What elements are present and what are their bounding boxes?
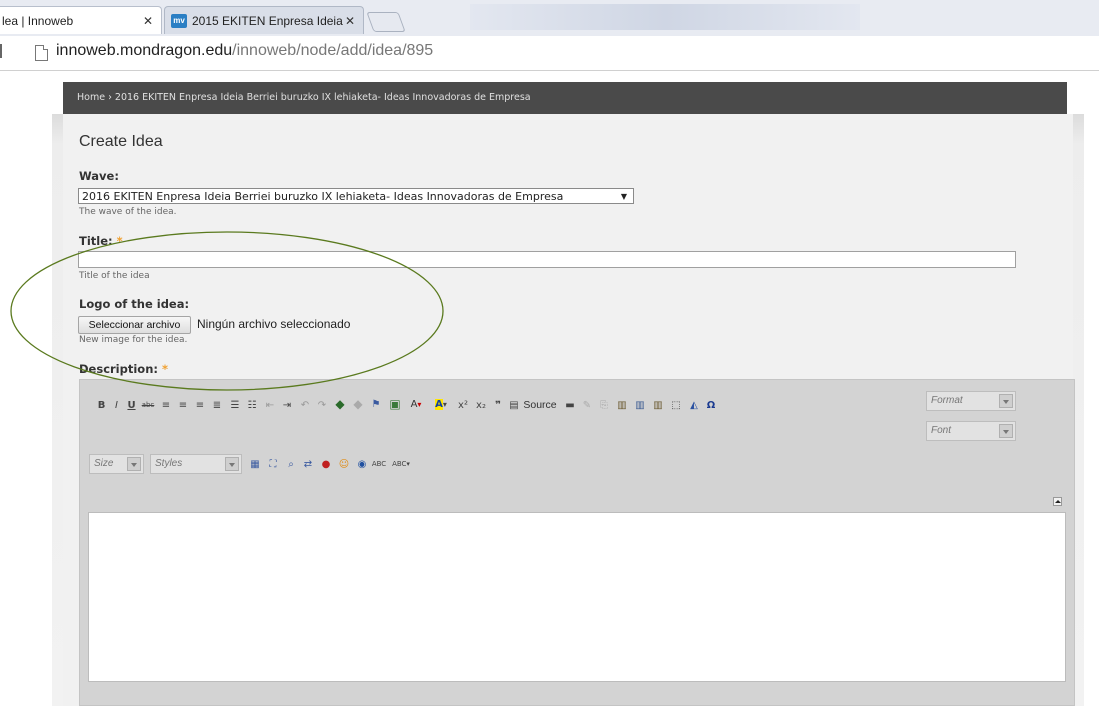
format-combo-label: Format <box>931 395 963 406</box>
smiley-icon[interactable]: ☺ <box>337 457 351 471</box>
size-combo-label: Size <box>94 458 114 469</box>
iframe-icon[interactable]: ◉ <box>355 457 369 471</box>
format-combo[interactable]: Format <box>926 391 1016 411</box>
align-left-icon[interactable]: ≡ <box>160 398 172 412</box>
address-bar[interactable]: innoweb.mondragon.edu/innoweb/node/add/i… <box>0 36 1099 71</box>
italic-icon[interactable]: I <box>111 398 122 412</box>
bold-icon[interactable]: B <box>96 398 107 412</box>
subscript-icon[interactable]: x₂ <box>474 398 488 412</box>
bulleted-list-icon[interactable]: ☰ <box>229 398 241 412</box>
table-icon[interactable]: ▦ <box>248 457 262 471</box>
tab-innoweb[interactable]: lea | Innoweb ✕ <box>0 6 162 34</box>
strikethrough-icon[interactable]: abc <box>142 398 155 412</box>
outdent-icon[interactable]: ⇤ <box>264 398 276 412</box>
horizontal-rule-icon[interactable]: ▬ <box>564 398 576 412</box>
image-icon[interactable]: ▣ <box>388 397 402 411</box>
close-tab-icon[interactable]: ✕ <box>143 14 153 28</box>
paste-text-icon[interactable]: ▥ <box>634 398 646 412</box>
dropdown-arrow-icon: ▼ <box>620 192 627 201</box>
numbered-list-icon[interactable]: ☷ <box>246 398 258 412</box>
url-path: /innoweb/node/add/idea/895 <box>232 42 434 59</box>
url-text[interactable]: innoweb.mondragon.edu/innoweb/node/add/i… <box>56 42 433 60</box>
unlink-icon[interactable]: ◆ <box>351 397 365 411</box>
wave-select[interactable]: 2016 EKITEN Enpresa Ideia Berriei buruzk… <box>78 188 634 204</box>
editor-content-area[interactable] <box>88 512 1066 682</box>
paste-word-icon[interactable]: ▥ <box>652 398 664 412</box>
select-all-icon[interactable]: ⬚ <box>670 398 682 412</box>
maximize-icon[interactable]: ⛶ <box>266 457 280 471</box>
indent-icon[interactable]: ⇥ <box>281 398 293 412</box>
undo-icon[interactable]: ↶ <box>299 398 311 412</box>
spellcheck-icon[interactable]: ABC <box>372 457 386 471</box>
collapse-toolbar-icon[interactable] <box>1053 497 1062 506</box>
link-icon[interactable]: ◆ <box>333 397 347 411</box>
background-color-icon[interactable]: A ▾ <box>431 397 451 411</box>
font-combo[interactable]: Font <box>926 421 1016 441</box>
find-icon[interactable]: ⌕ <box>284 457 298 471</box>
remove-format-icon[interactable]: ✎ <box>581 398 593 412</box>
chevron-down-icon <box>127 457 141 471</box>
styles-combo[interactable]: Styles <box>150 454 242 474</box>
align-center-icon[interactable]: ≡ <box>177 398 189 412</box>
align-right-icon[interactable]: ≡ <box>194 398 206 412</box>
wave-label: Wave: <box>79 169 119 183</box>
underline-icon[interactable]: U <box>126 398 137 412</box>
browser-tab-strip: lea | Innoweb ✕ mv 2015 EKITEN Enpresa I… <box>0 0 1099 36</box>
justify-icon[interactable]: ≣ <box>211 398 223 412</box>
page-icon <box>35 45 48 61</box>
wave-description: The wave of the idea. <box>79 207 177 217</box>
eraser-icon[interactable]: ◭ <box>688 398 700 412</box>
size-combo[interactable]: Size <box>89 454 144 474</box>
spellcheck-dropdown-icon[interactable]: ABC▾ <box>390 457 412 471</box>
redo-icon[interactable]: ↷ <box>316 398 328 412</box>
page-title: Create Idea <box>79 133 163 150</box>
copy-icon[interactable]: ⎘ <box>598 398 610 412</box>
breadcrumb[interactable]: Home › 2016 EKITEN Enpresa Ideia Berriei… <box>63 82 1067 114</box>
url-host: innoweb.mondragon.edu <box>56 42 233 59</box>
tab-ekiten[interactable]: mv 2015 EKITEN Enpresa Ideia ✕ <box>164 6 364 34</box>
text-color-icon[interactable]: A ▾ <box>406 397 426 411</box>
flash-icon[interactable]: ● <box>319 457 333 471</box>
styles-combo-label: Styles <box>155 458 183 469</box>
paste-icon[interactable]: ▥ <box>616 398 628 412</box>
replace-icon[interactable]: ⇄ <box>301 457 315 471</box>
anchor-icon[interactable]: ⚑ <box>369 397 383 411</box>
font-combo-label: Font <box>931 425 952 436</box>
source-icon[interactable]: ▤ <box>508 398 520 412</box>
chevron-down-icon <box>999 424 1013 438</box>
tab-innoweb-label: lea | Innoweb <box>2 13 74 28</box>
blurred-region <box>470 4 860 30</box>
new-tab-button[interactable] <box>366 12 406 32</box>
tab-ekiten-label: 2015 EKITEN Enpresa Ideia <box>192 13 343 28</box>
mondragon-favicon-icon: mv <box>171 13 187 28</box>
close-tab-icon[interactable]: ✕ <box>345 14 355 28</box>
chevron-down-icon <box>225 457 239 471</box>
chevron-down-icon <box>999 394 1013 408</box>
toolbar-edge <box>0 44 2 58</box>
wave-select-value: 2016 EKITEN Enpresa Ideia Berriei buruzk… <box>82 190 564 203</box>
superscript-icon[interactable]: x² <box>456 398 470 412</box>
special-char-icon[interactable]: Ω <box>705 398 717 412</box>
annotation-ellipse <box>10 231 444 391</box>
blockquote-icon[interactable]: ❞ <box>492 398 504 412</box>
source-button[interactable]: Source <box>522 398 558 412</box>
